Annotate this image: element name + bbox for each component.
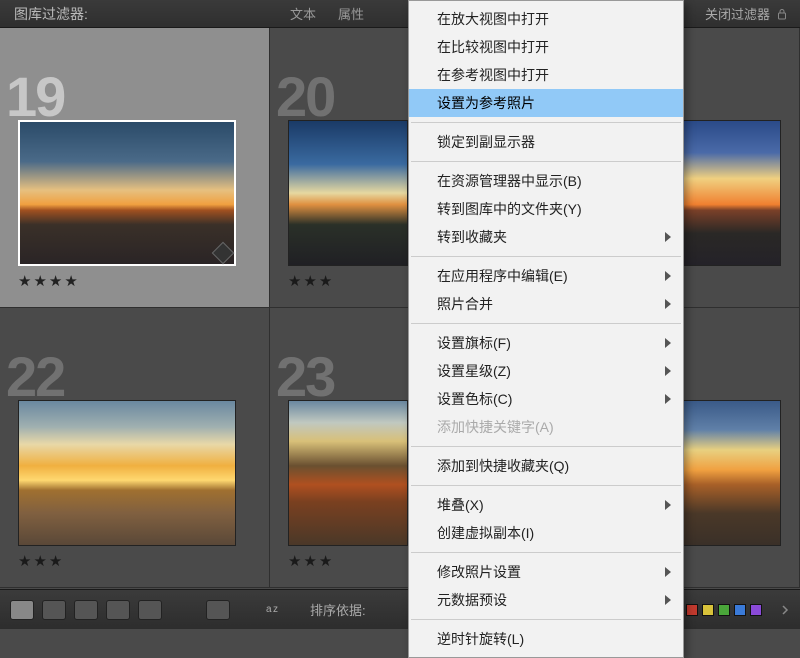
menu-stacking[interactable]: 堆叠(X) (409, 491, 683, 519)
grid-cell-19[interactable]: 19 ★★★★ (0, 28, 270, 308)
loupe-view-button[interactable] (42, 600, 66, 620)
sort-by-label[interactable]: 排序依据: (310, 600, 366, 619)
menu-separator (411, 256, 681, 257)
painter-tool-button[interactable] (206, 600, 230, 620)
filter-tab-text[interactable]: 文本 (290, 4, 316, 23)
menu-show-in-explorer[interactable]: 在资源管理器中显示(B) (409, 167, 683, 195)
chevron-right-icon (665, 567, 671, 577)
chevron-right-icon (665, 299, 671, 309)
survey-view-button[interactable] (106, 600, 130, 620)
menu-lock-to-second[interactable]: 锁定到副显示器 (409, 128, 683, 156)
menu-rotate-ccw[interactable]: 逆时针旋转(L) (409, 625, 683, 653)
menu-separator (411, 552, 681, 553)
color-swatch-green[interactable] (718, 604, 730, 616)
menu-metadata-presets[interactable]: 元数据预设 (409, 586, 683, 614)
menu-edit-in-app[interactable]: 在应用程序中编辑(E) (409, 262, 683, 290)
menu-separator (411, 485, 681, 486)
chevron-right-icon (665, 595, 671, 605)
color-swatch-purple[interactable] (750, 604, 762, 616)
close-filter-button[interactable]: 关闭过滤器 (705, 4, 770, 23)
thumbnail[interactable] (288, 400, 408, 546)
thumbnail[interactable] (18, 120, 236, 266)
menu-set-color[interactable]: 设置色标(C) (409, 385, 683, 413)
menu-separator (411, 122, 681, 123)
menu-open-in-reference[interactable]: 在参考视图中打开 (409, 61, 683, 89)
color-swatch-yellow[interactable] (702, 604, 714, 616)
thumbnail[interactable] (18, 400, 236, 546)
context-menu: 在放大视图中打开 在比较视图中打开 在参考视图中打开 设置为参考照片 锁定到副显… (408, 0, 684, 658)
chevron-right-icon (665, 394, 671, 404)
menu-photo-merge[interactable]: 照片合并 (409, 290, 683, 318)
menu-separator (411, 161, 681, 162)
filter-title: 图库过滤器: (14, 4, 88, 24)
svg-text:z: z (273, 604, 278, 615)
color-swatch-red[interactable] (686, 604, 698, 616)
chevron-right-icon[interactable] (780, 605, 790, 615)
compare-view-button[interactable] (74, 600, 98, 620)
chevron-right-icon (665, 338, 671, 348)
menu-develop-settings[interactable]: 修改照片设置 (409, 558, 683, 586)
thumbnail[interactable] (671, 120, 781, 266)
menu-separator (411, 446, 681, 447)
chevron-right-icon (665, 271, 671, 281)
thumbnail[interactable] (671, 400, 781, 546)
menu-create-virtual-copy[interactable]: 创建虚拟副本(I) (409, 519, 683, 547)
menu-add-to-quick-collection[interactable]: 添加到快捷收藏夹(Q) (409, 452, 683, 480)
menu-set-as-reference[interactable]: 设置为参考照片 (409, 89, 683, 117)
menu-open-in-loupe[interactable]: 在放大视图中打开 (409, 5, 683, 33)
color-label-swatches (686, 604, 762, 616)
chevron-right-icon (665, 366, 671, 376)
menu-add-shortcut-keyword: 添加快捷关键字(A) (409, 413, 683, 441)
filter-tab-attr[interactable]: 属性 (338, 4, 364, 23)
lock-icon (776, 8, 788, 20)
menu-go-to-folder[interactable]: 转到图库中的文件夹(Y) (409, 195, 683, 223)
sort-direction-icon[interactable]: az (266, 601, 282, 618)
grid-cell-22[interactable]: 22 ★★★ (0, 308, 270, 588)
grid-view-button[interactable] (10, 600, 34, 620)
menu-go-to-collection[interactable]: 转到收藏夹 (409, 223, 683, 251)
people-view-button[interactable] (138, 600, 162, 620)
chevron-right-icon (665, 500, 671, 510)
color-swatch-blue[interactable] (734, 604, 746, 616)
rating-stars[interactable]: ★★★ (18, 552, 251, 570)
menu-set-flag[interactable]: 设置旗标(F) (409, 329, 683, 357)
thumbnail[interactable] (288, 120, 408, 266)
menu-separator (411, 323, 681, 324)
menu-set-rating[interactable]: 设置星级(Z) (409, 357, 683, 385)
menu-separator (411, 619, 681, 620)
rating-stars[interactable]: ★★★★ (18, 272, 251, 290)
svg-text:a: a (266, 604, 272, 615)
chevron-right-icon (665, 232, 671, 242)
menu-open-in-compare[interactable]: 在比较视图中打开 (409, 33, 683, 61)
